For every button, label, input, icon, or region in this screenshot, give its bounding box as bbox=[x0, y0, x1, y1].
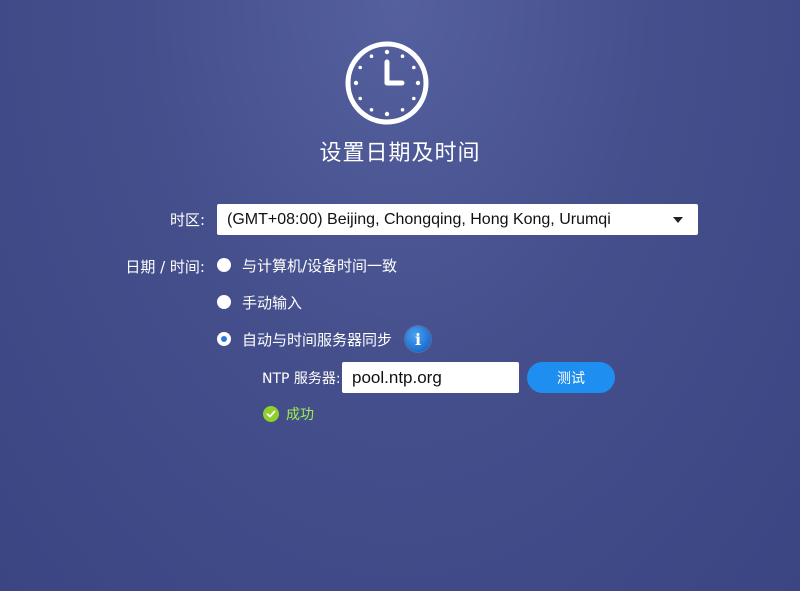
timezone-selected-value: (GMT+08:00) Beijing, Chongqing, Hong Kon… bbox=[227, 211, 611, 228]
clock-icon bbox=[345, 41, 429, 125]
status-text: 成功 bbox=[286, 407, 314, 423]
info-icon[interactable]: i bbox=[405, 326, 432, 352]
radio-label: 与计算机/设备时间一致 bbox=[242, 256, 398, 275]
ntp-server-label: NTP 服务器: bbox=[262, 371, 341, 387]
radio-option-manual[interactable]: 手动输入 bbox=[217, 292, 302, 312]
timezone-select[interactable]: (GMT+08:00) Beijing, Chongqing, Hong Kon… bbox=[217, 204, 698, 235]
radio-option-sync-computer[interactable]: 与计算机/设备时间一致 bbox=[217, 255, 397, 275]
datetime-label: 日期 / 时间: bbox=[125, 258, 205, 276]
status-message: 成功 bbox=[263, 404, 314, 424]
radio-button[interactable] bbox=[217, 258, 231, 272]
ntp-server-input[interactable] bbox=[342, 362, 519, 393]
radio-button-checked[interactable] bbox=[217, 332, 231, 346]
test-button[interactable]: 测试 bbox=[527, 362, 615, 393]
timezone-label: 时区: bbox=[169, 211, 205, 229]
radio-option-ntp-sync[interactable]: 自动与时间服务器同步 i bbox=[217, 326, 432, 352]
page-title: 设置日期及时间 bbox=[319, 141, 481, 166]
radio-label: 手动输入 bbox=[242, 293, 303, 312]
chevron-down-icon bbox=[673, 217, 683, 223]
radio-label: 自动与时间服务器同步 bbox=[242, 330, 393, 349]
radio-button[interactable] bbox=[217, 295, 231, 309]
check-circle-icon bbox=[263, 406, 279, 422]
